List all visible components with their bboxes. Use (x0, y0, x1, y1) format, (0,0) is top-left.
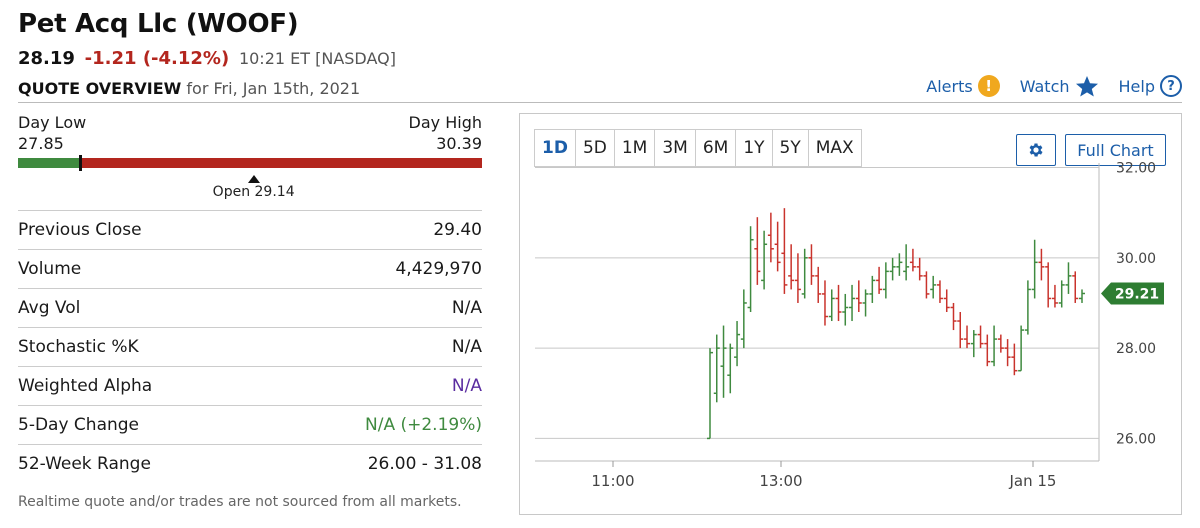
star-icon (1075, 76, 1098, 97)
alerts-label: Alerts (926, 76, 973, 96)
stat-row: Avg Vol N/A (18, 288, 482, 327)
range-button-6m[interactable]: 6M (695, 130, 737, 166)
help-icon: ? (1160, 75, 1182, 97)
stats-table: Previous Close 29.40 Volume 4,429,970 Avg Vo… (18, 210, 482, 483)
day-range-fill (18, 158, 81, 168)
current-price-marker (79, 155, 83, 171)
quote-time-exchange: 10:21 ET [NASDAQ] (238, 49, 396, 68)
alerts-link[interactable]: Alerts ! (926, 75, 1000, 97)
quote-overview-heading: QUOTE OVERVIEW for Fri, Jan 15th, 2021 (18, 79, 360, 98)
range-button-1m[interactable]: 1M (614, 130, 656, 166)
price-line: 28.19 -1.21 (-4.12%) 10:21 ET [NASDAQ] (18, 48, 396, 69)
watch-link[interactable]: Watch (1020, 75, 1099, 97)
stat-value: N/A (451, 376, 482, 396)
watch-label: Watch (1019, 76, 1070, 96)
last-price: 28.19 (18, 48, 75, 69)
range-button-1d[interactable]: 1D (535, 130, 576, 166)
help-link[interactable]: Help ? (1119, 75, 1182, 97)
stat-row: Weighted Alpha N/A (18, 366, 482, 405)
chart-panel: 1D 5D 1M 3M 6M 1Y 5Y MAX Full Chart (519, 113, 1182, 515)
stat-value: N/A (+2.19%) (365, 415, 482, 435)
full-chart-button[interactable]: Full Chart (1065, 134, 1166, 166)
stat-row: 52-Week Range 26.00 - 31.08 (18, 444, 482, 483)
time-range-selector: 1D 5D 1M 3M 6M 1Y 5Y MAX (534, 129, 862, 167)
stat-value: 26.00 - 31.08 (367, 454, 482, 474)
help-label: Help (1118, 76, 1155, 96)
stat-label: Previous Close (18, 220, 142, 240)
top-links: Alerts ! Watch Help ? (926, 75, 1182, 97)
open-price-marker-icon (247, 175, 260, 183)
chart-settings-button[interactable] (1016, 134, 1056, 166)
page-title: Pet Acq Llc (WOOF) (18, 9, 299, 39)
quote-overview-date: for Fri, Jan 15th, 2021 (186, 79, 361, 98)
gear-icon (1029, 143, 1043, 157)
stat-value: 29.40 (433, 220, 482, 240)
footnote: Realtime quote and/or trades are not sou… (18, 494, 462, 510)
price-change: -1.21 (-4.12%) (84, 48, 230, 69)
open-price-label: Open 29.14 (212, 184, 295, 200)
day-range-bar (18, 155, 482, 171)
divider (18, 102, 1182, 103)
day-high-value: 30.39 (436, 134, 482, 153)
stat-row: 5-Day Change N/A (+2.19%) (18, 405, 482, 444)
stat-label: Avg Vol (18, 298, 81, 318)
stat-value: N/A (451, 298, 482, 318)
stat-row: Previous Close 29.40 (18, 210, 482, 249)
day-low-label: Day Low (18, 113, 87, 132)
alert-icon: ! (977, 75, 1000, 97)
day-high-label: Day High (408, 113, 482, 132)
stat-label: 52-Week Range (18, 454, 151, 474)
range-button-5y[interactable]: 5Y (772, 130, 809, 166)
range-button-max[interactable]: MAX (808, 130, 861, 166)
stat-label: Stochastic %K (18, 337, 139, 357)
stat-label: Weighted Alpha (18, 376, 153, 396)
range-button-1y[interactable]: 1Y (736, 130, 773, 166)
quote-overview-label: QUOTE OVERVIEW (18, 79, 182, 98)
range-button-5d[interactable]: 5D (575, 130, 615, 166)
stat-value: N/A (451, 337, 482, 357)
stat-label: 5-Day Change (18, 415, 140, 435)
stat-value: 4,429,970 (395, 259, 482, 279)
stat-row: Stochastic %K N/A (18, 327, 482, 366)
range-button-3m[interactable]: 3M (655, 130, 696, 166)
day-low-value: 27.85 (18, 134, 64, 153)
stat-label: Volume (18, 259, 82, 279)
stat-row: Volume 4,429,970 (18, 249, 482, 288)
